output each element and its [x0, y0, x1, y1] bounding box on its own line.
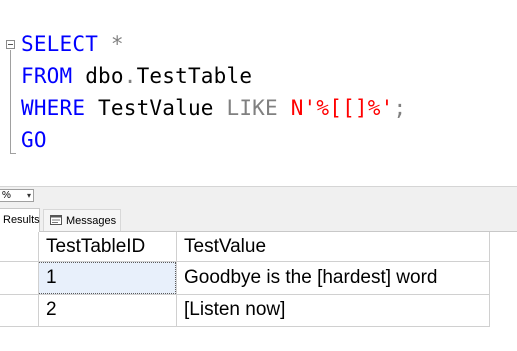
grid-divider: [0, 326, 490, 327]
grid-header: TestTableID TestValue: [0, 232, 490, 262]
code-token: FROM: [21, 64, 73, 88]
code-token: WHERE: [21, 96, 86, 120]
column-header-testvalue[interactable]: TestValue: [176, 232, 490, 262]
code-token: TestTable: [136, 64, 253, 88]
grid-divider: [0, 294, 490, 295]
code-line: FROM dbo.TestTable: [21, 60, 252, 92]
tab-results-label: Results: [3, 214, 40, 226]
tab-results[interactable]: Results: [0, 208, 40, 232]
code-line: SELECT *: [21, 28, 124, 60]
zoom-select[interactable]: % ▾: [0, 189, 34, 202]
column-header-testtableid[interactable]: TestTableID: [38, 232, 176, 262]
table-row[interactable]: 1 Goodbye is the [hardest] word: [0, 262, 490, 294]
code-token: ;: [393, 96, 407, 120]
results-grid[interactable]: TestTableID TestValue 1 Goodbye is the […: [0, 232, 517, 351]
code-token: LIKE: [226, 96, 278, 120]
tab-messages-label: Messages: [66, 215, 117, 227]
fold-guide-end: [10, 153, 16, 154]
grid-divider: [176, 232, 177, 326]
results-tab-bar: Results Messages: [0, 204, 517, 232]
grid-divider: [489, 232, 490, 326]
code-token: SELECT: [21, 32, 99, 56]
sql-editor[interactable]: SELECT * FROM dbo.TestTable WHERE TestValu…: [0, 0, 517, 186]
cell-testtableid[interactable]: 2: [38, 294, 176, 326]
cell-testvalue[interactable]: Goodbye is the [hardest] word: [176, 262, 490, 294]
code-token: GO: [21, 128, 47, 152]
code-line: GO: [21, 124, 47, 156]
code-token: N'%[[]%': [290, 96, 394, 120]
code-token: *: [110, 32, 124, 56]
chevron-down-icon: ▾: [26, 191, 31, 200]
zoom-value: %: [2, 190, 11, 201]
tab-messages[interactable]: Messages: [43, 209, 121, 231]
code-token: TestValue: [85, 96, 227, 120]
messages-icon: [50, 215, 62, 225]
code-token: dbo: [72, 64, 124, 88]
cell-testvalue[interactable]: [Listen now]: [176, 294, 490, 326]
code-token: .: [123, 64, 137, 88]
grid-divider: [38, 232, 39, 326]
code-line: WHERE TestValue LIKE N'%[[]%';: [21, 92, 406, 124]
collapse-toggle-icon[interactable]: [6, 40, 15, 49]
fold-guide: [10, 50, 11, 154]
table-row[interactable]: 2 [Listen now]: [0, 294, 490, 326]
cell-testtableid[interactable]: 1: [38, 262, 176, 294]
zoom-bar: % ▾: [0, 186, 517, 204]
